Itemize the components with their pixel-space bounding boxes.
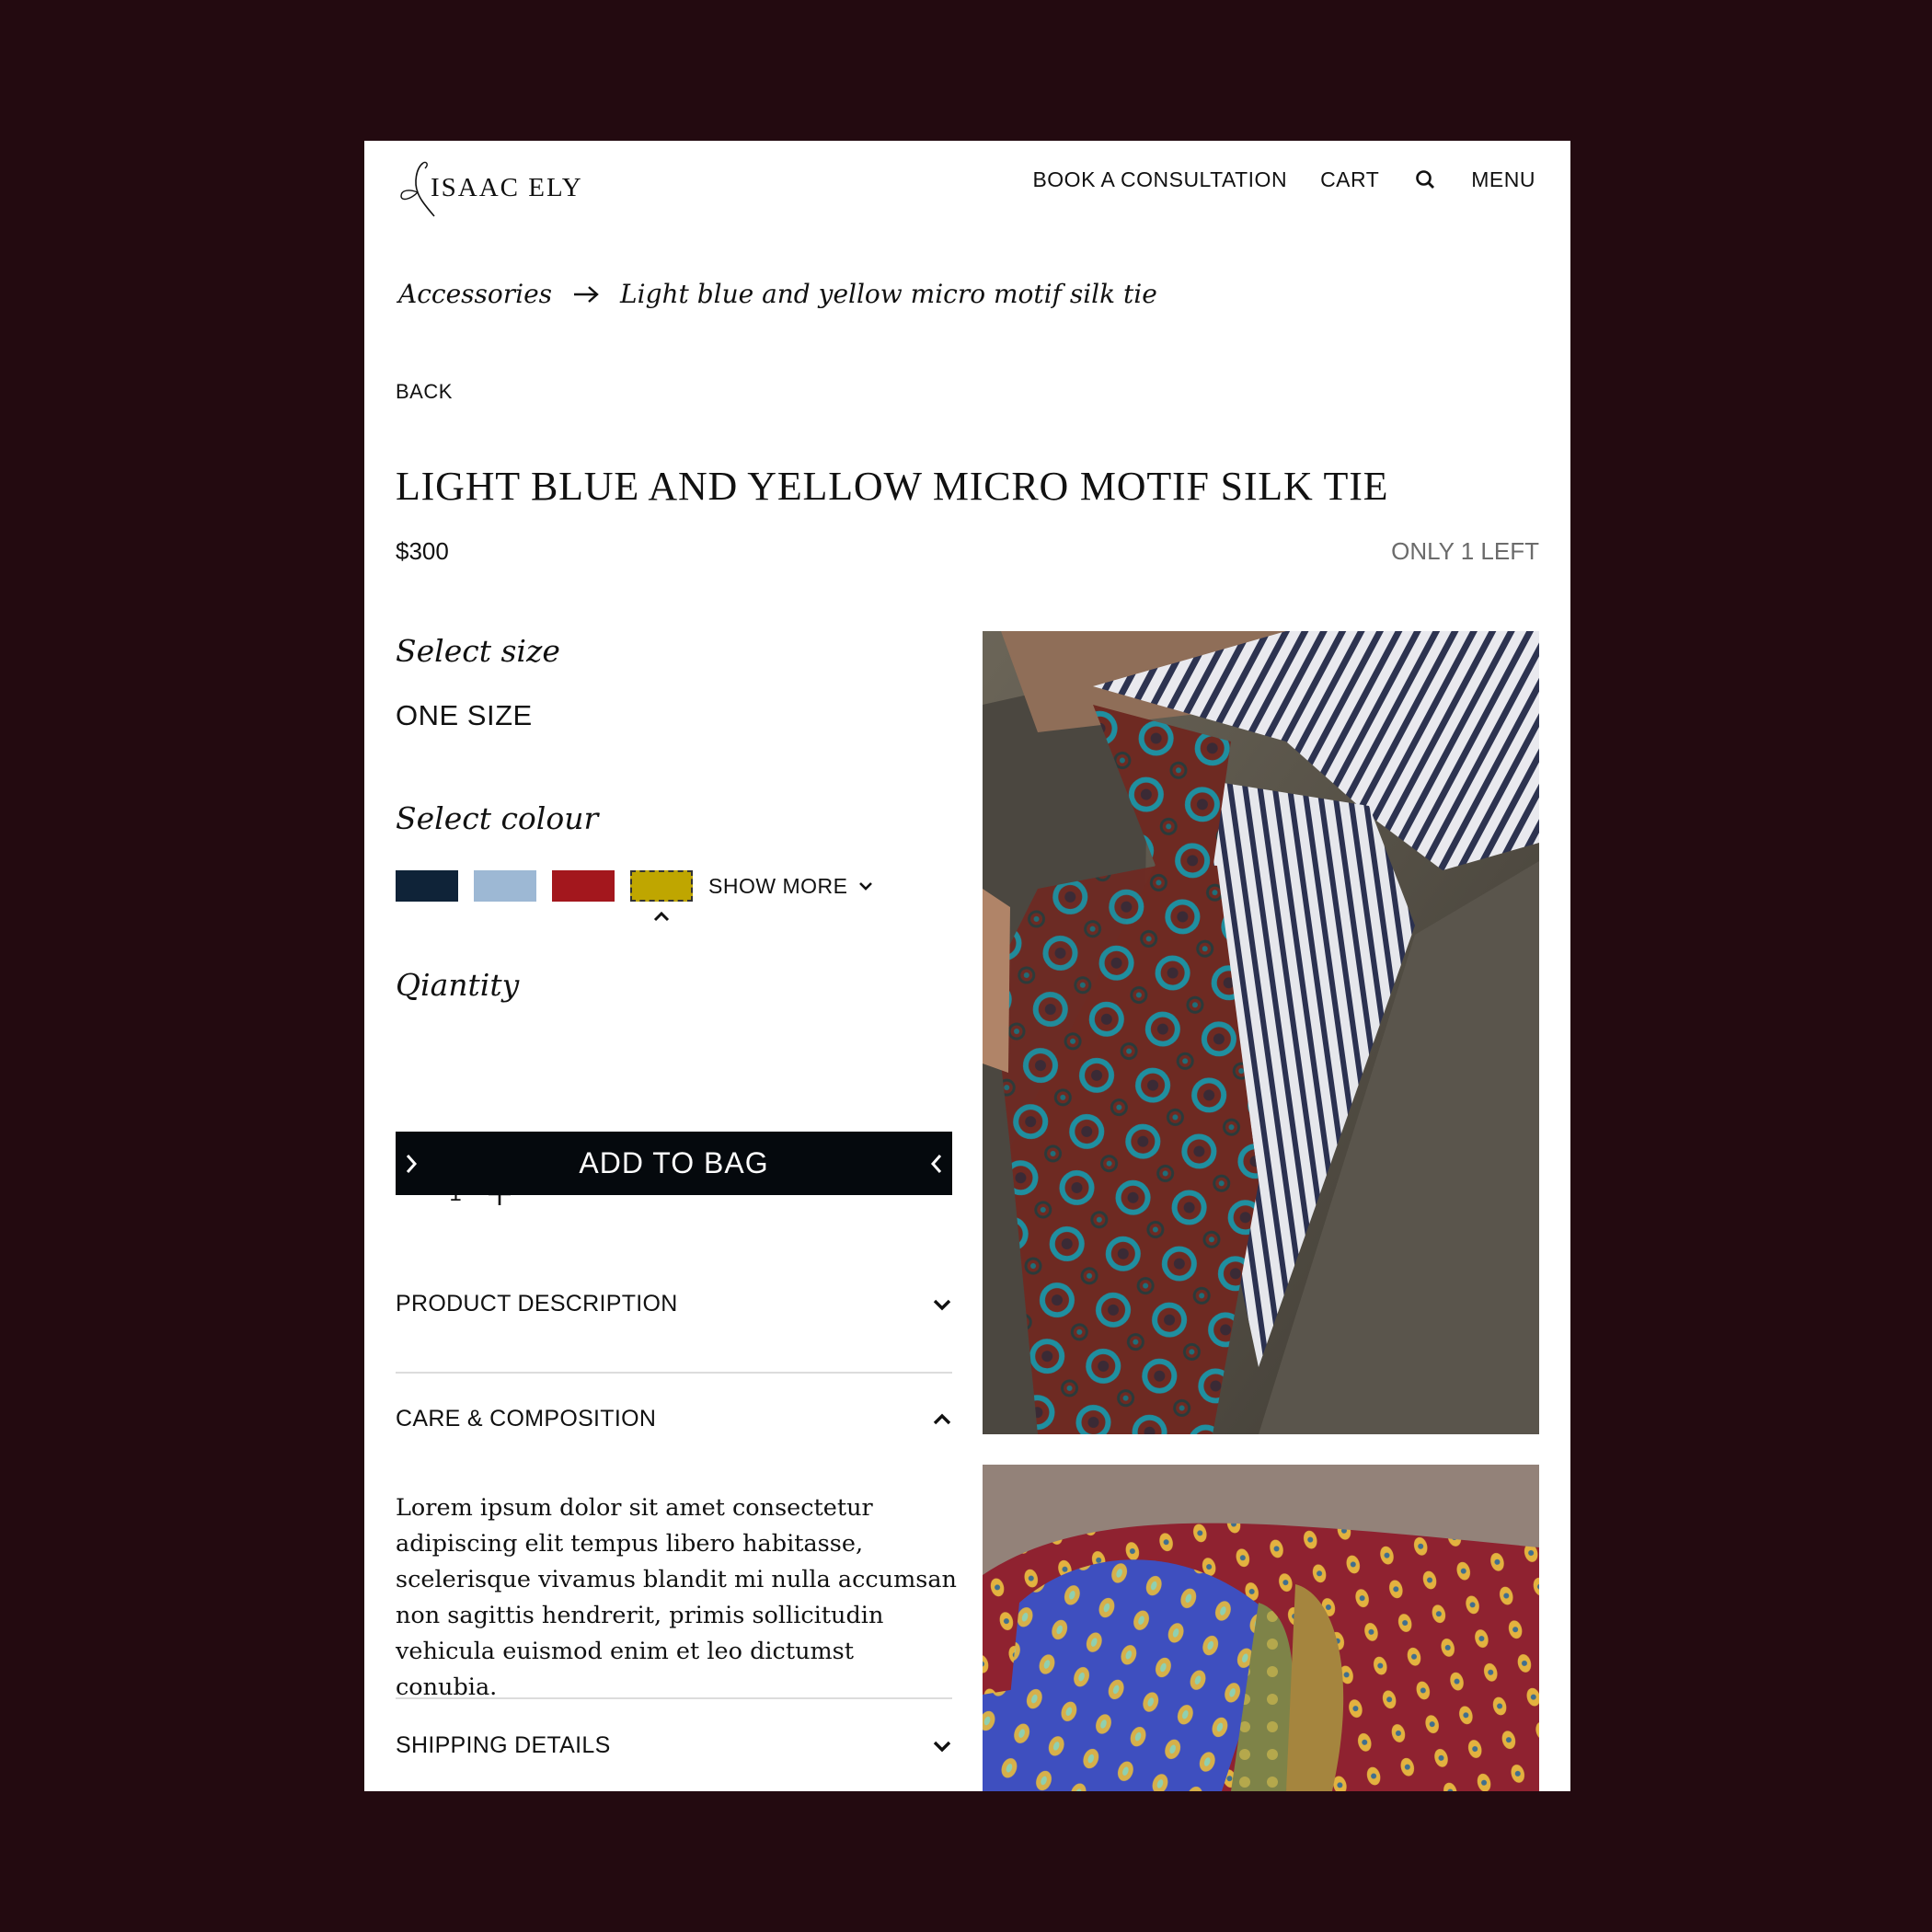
chevron-right-icon — [406, 1155, 418, 1173]
accordion-title: SHIPPING DETAILS — [396, 1732, 611, 1758]
colour-swatch-yellow[interactable] — [630, 870, 693, 902]
nav-cart[interactable]: CART — [1320, 167, 1379, 192]
chevron-down-icon — [859, 882, 873, 891]
breadcrumb-current: Light blue and yellow micro motif silk t… — [620, 279, 1157, 309]
accordion-care-composition[interactable]: CARE & COMPOSITION — [396, 1406, 952, 1432]
chevron-down-icon — [933, 1741, 951, 1752]
stock-status: ONLY 1 LEFT — [1391, 537, 1539, 565]
quantity-label: Qiantity — [396, 967, 520, 1003]
colour-swatch-navy[interactable] — [396, 870, 458, 902]
search-icon[interactable] — [1412, 167, 1438, 192]
product-title: LIGHT BLUE AND YELLOW MICRO MOTIF SILK T… — [396, 464, 1389, 509]
show-more-colours-button[interactable]: SHOW MORE — [708, 874, 873, 899]
back-link[interactable]: BACK — [396, 380, 453, 404]
add-to-bag-label: ADD TO BAG — [579, 1146, 769, 1179]
arrow-right-icon — [574, 285, 599, 303]
chevron-down-icon — [933, 1299, 951, 1310]
chevron-up-icon — [933, 1413, 951, 1424]
product-image-ties-collection[interactable] — [983, 1465, 1539, 1791]
logo-text: ISAAC ELY — [431, 172, 583, 202]
breadcrumb: Accessories Light blue and yellow micro … — [398, 279, 1157, 309]
add-to-bag-button[interactable]: ADD TO BAG — [396, 1132, 952, 1195]
size-label: Select size — [396, 633, 560, 669]
product-price: $300 — [396, 537, 449, 565]
care-composition-text: Lorem ipsum dolor sit amet consectetur a… — [396, 1494, 957, 1701]
accordion-shipping-details[interactable]: SHIPPING DETAILS — [396, 1732, 952, 1759]
colour-label: Select colour — [396, 800, 599, 836]
top-nav: BOOK A CONSULTATION CART MENU — [999, 161, 1535, 198]
size-value[interactable]: ONE SIZE — [396, 699, 533, 732]
brand-logo[interactable]: ISAAC ELY — [396, 155, 583, 220]
colour-swatch-red[interactable] — [552, 870, 615, 902]
chevron-left-icon — [930, 1155, 942, 1173]
colour-swatch-light-blue[interactable] — [474, 870, 536, 902]
product-image-tie-worn[interactable] — [983, 631, 1539, 1434]
show-more-label: SHOW MORE — [708, 873, 848, 898]
divider — [396, 1697, 952, 1699]
breadcrumb-parent[interactable]: Accessories — [398, 279, 552, 309]
selected-swatch-caret-icon — [653, 911, 670, 922]
nav-book-consultation[interactable]: BOOK A CONSULTATION — [1032, 167, 1287, 192]
nav-menu[interactable]: MENU — [1471, 167, 1535, 192]
accordion-title: CARE & COMPOSITION — [396, 1406, 657, 1432]
divider — [396, 1372, 952, 1374]
accordion-product-description[interactable]: PRODUCT DESCRIPTION — [396, 1291, 952, 1317]
accordion-title: PRODUCT DESCRIPTION — [396, 1291, 678, 1317]
colour-swatches: SHOW MORE — [396, 870, 873, 902]
product-page: ISAAC ELY BOOK A CONSULTATION CART MENU … — [364, 141, 1570, 1791]
